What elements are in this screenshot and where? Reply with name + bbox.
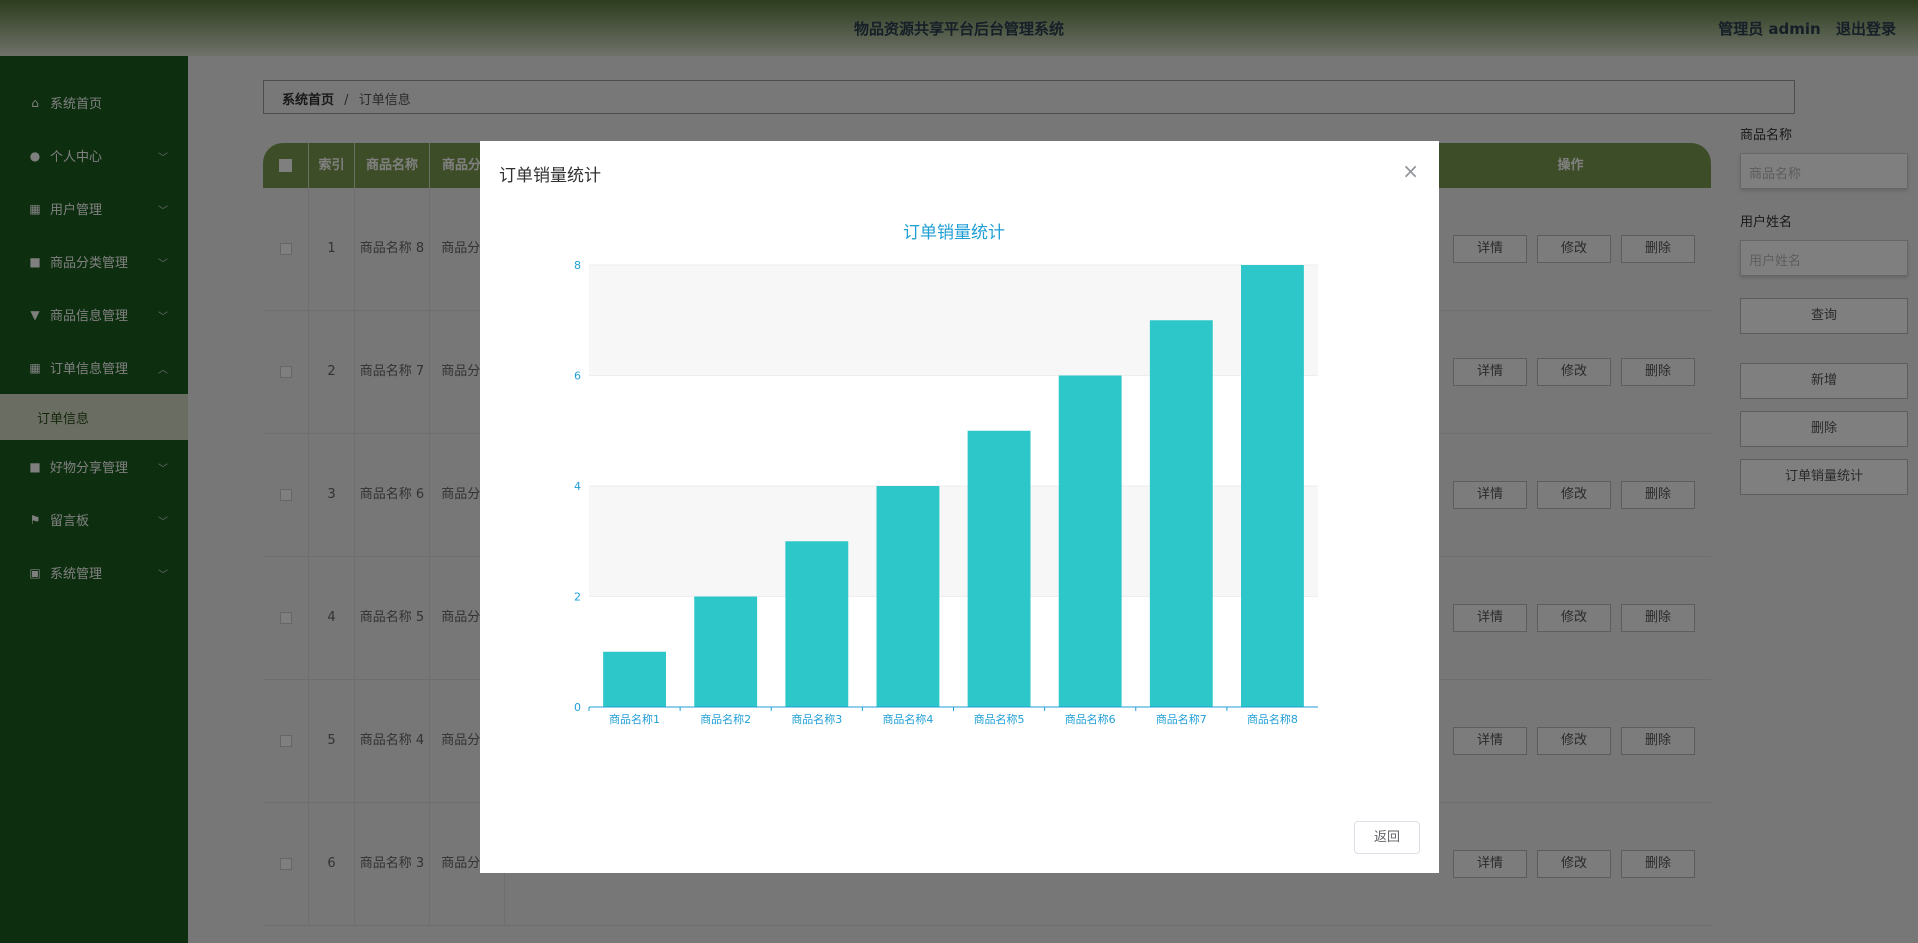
bar: [967, 430, 1031, 707]
bar: [876, 486, 940, 707]
y-tick-label: 2: [574, 591, 581, 604]
y-tick-label: 4: [574, 480, 581, 493]
x-tick-label: 商品名称8: [1247, 712, 1298, 726]
y-tick-label: 8: [574, 259, 581, 272]
x-tick-label: 商品名称3: [791, 712, 842, 726]
bar: [1149, 320, 1213, 707]
bar: [785, 541, 849, 707]
y-tick-label: 6: [574, 370, 581, 383]
y-tick-label: 0: [574, 701, 581, 714]
stats-dialog: 订单销量统计 × 订单销量统计 0 2 4 6 8 商品名称1 商品名称2 商品名称3 商品名称…: [480, 141, 1439, 873]
bar: [1058, 375, 1122, 707]
bar: [694, 596, 758, 707]
x-tick-label: 商品名称2: [700, 712, 751, 726]
return-button[interactable]: 返回: [1354, 821, 1420, 854]
x-tick-label: 商品名称6: [1065, 712, 1116, 726]
x-tick-label: 商品名称7: [1156, 712, 1207, 726]
dialog-title: 订单销量统计: [499, 166, 601, 186]
x-tick-label: 商品名称4: [882, 712, 933, 726]
chart-title: 订单销量统计: [903, 223, 1005, 243]
sales-bar-chart: 订单销量统计 0 2 4 6 8 商品名称1 商品名称2 商品名称3 商品名称4 商品名称5 商品名…: [574, 223, 1318, 726]
bar: [1240, 265, 1304, 707]
close-icon[interactable]: ×: [1402, 159, 1419, 183]
x-tick-label: 商品名称5: [974, 712, 1025, 726]
x-tick-label: 商品名称1: [609, 712, 660, 726]
bar: [603, 651, 667, 707]
